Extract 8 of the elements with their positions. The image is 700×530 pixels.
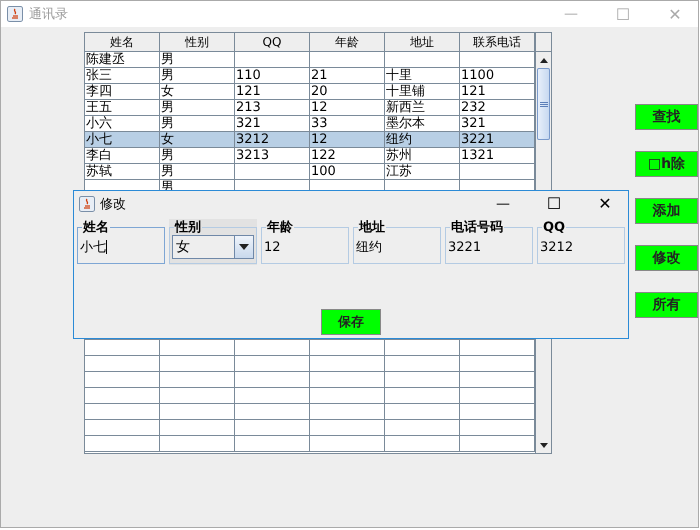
field-label: 姓名 xyxy=(82,220,110,235)
field-label: 地址 xyxy=(358,220,386,235)
field-label: 年龄 xyxy=(266,220,294,235)
field-label: 性别 xyxy=(174,220,202,235)
dialog-title: 修改 xyxy=(100,196,127,212)
field-label: 电话号码 xyxy=(450,220,504,235)
field-label: QQ xyxy=(542,220,566,235)
window-title: 通讯录 xyxy=(29,6,69,23)
